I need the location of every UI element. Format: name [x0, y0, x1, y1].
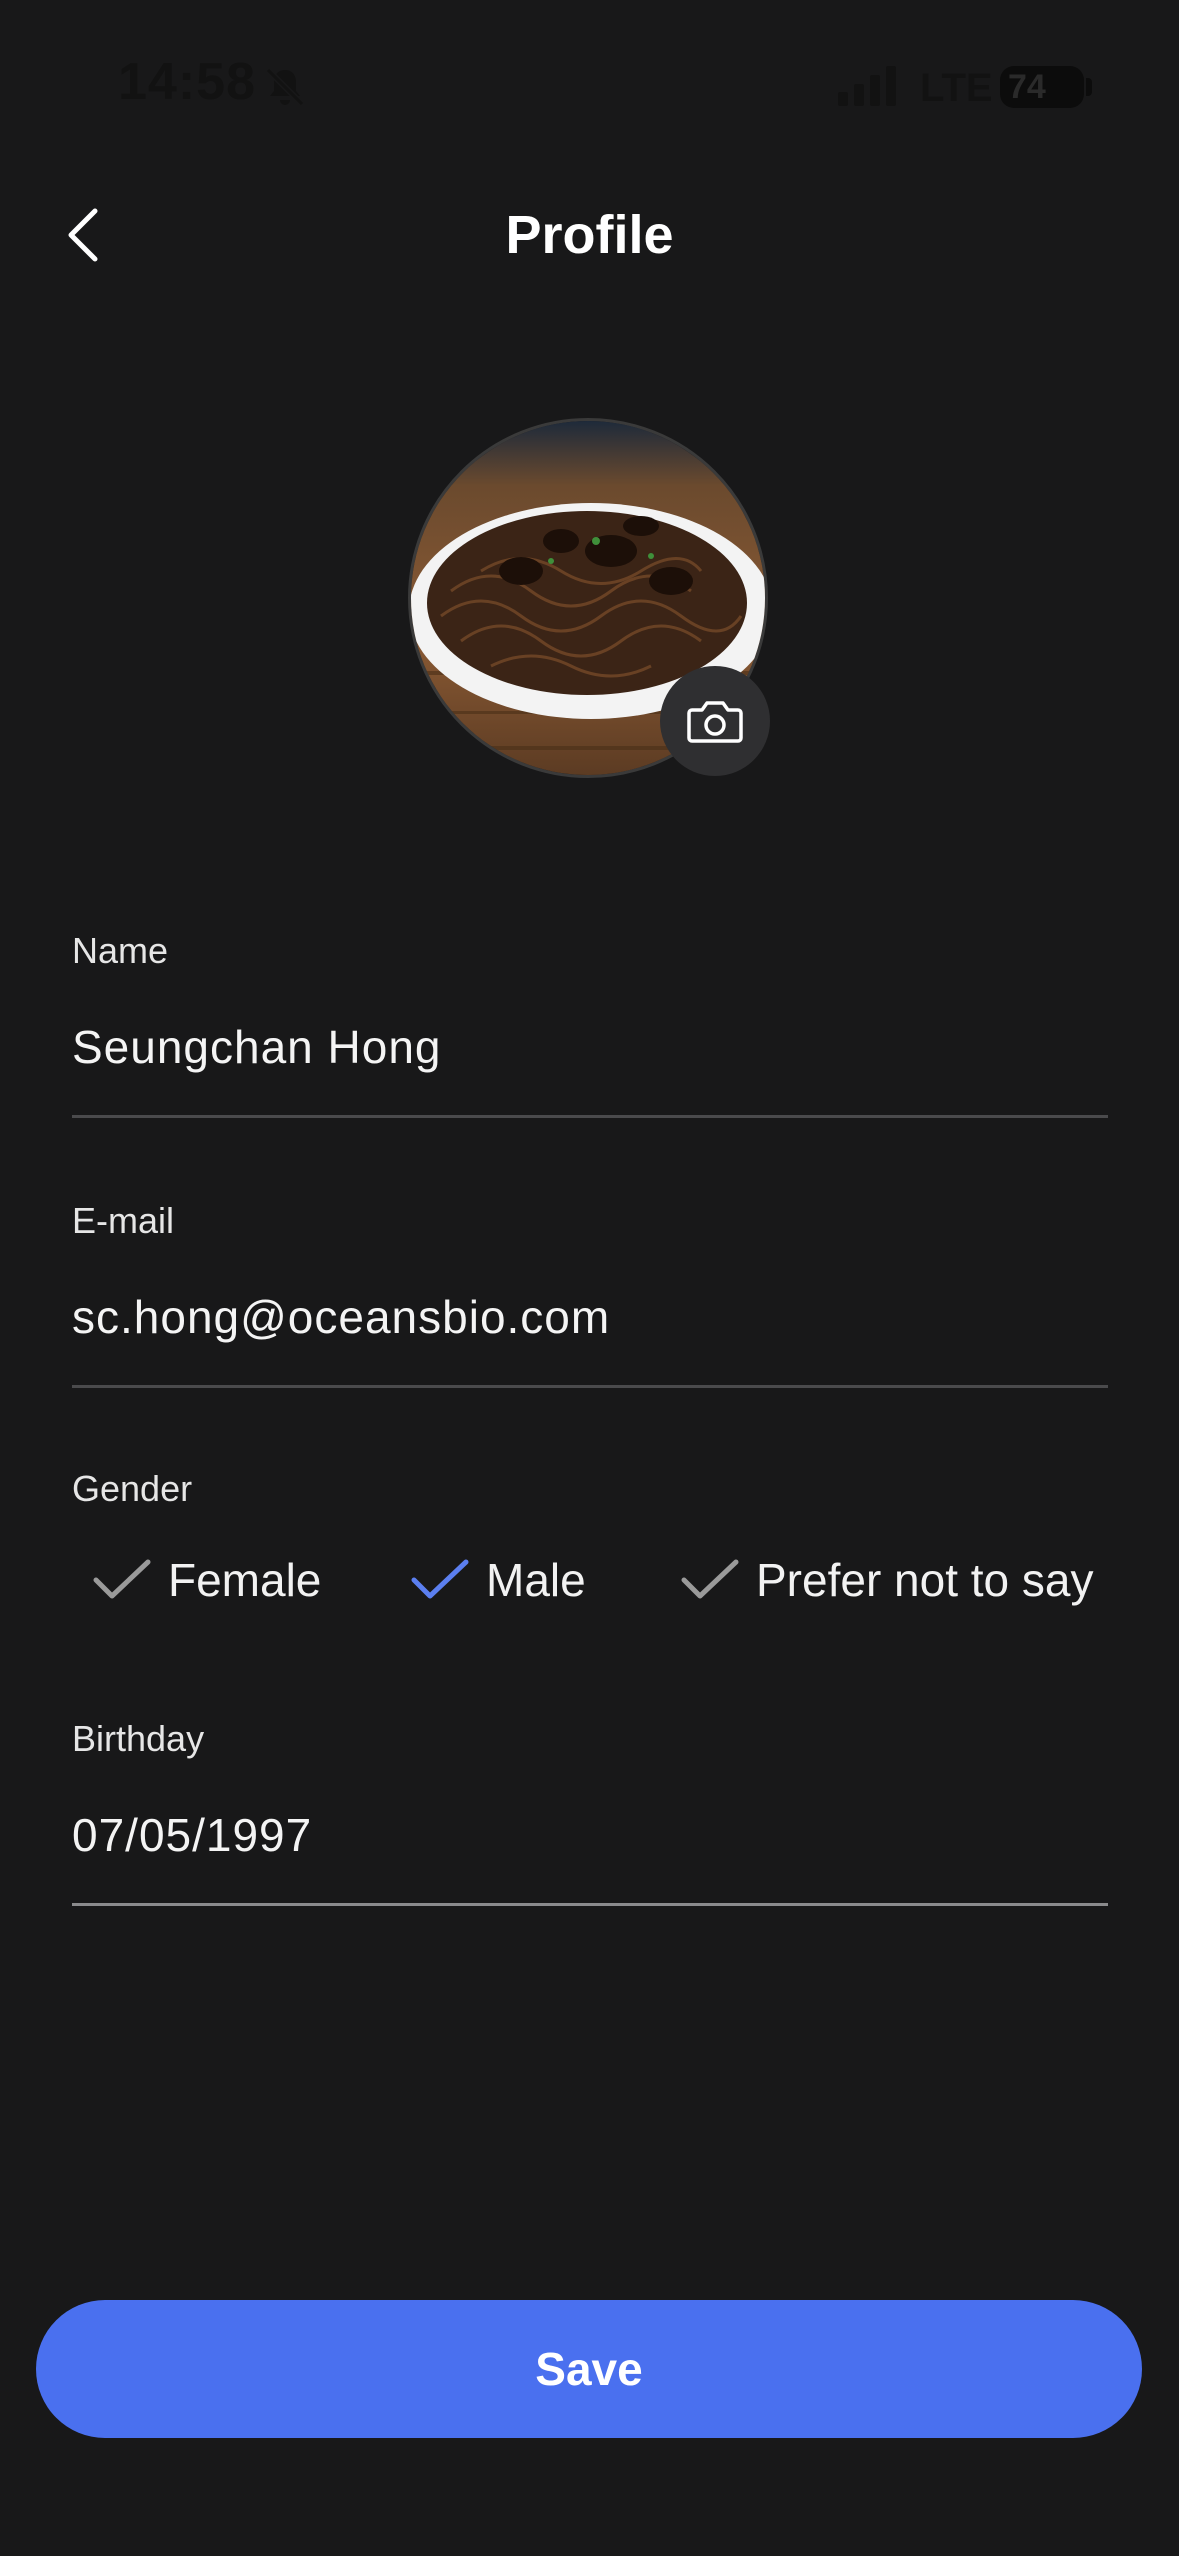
gender-option-prefer-not-to-say[interactable]: Prefer not to say — [680, 1548, 1094, 1612]
gender-option-label: Female — [168, 1554, 322, 1606]
gender-option-label: Male — [486, 1554, 586, 1606]
birthday-label: Birthday — [72, 1718, 205, 1759]
camera-icon — [687, 701, 743, 743]
signal-icon — [838, 66, 896, 106]
check-icon — [681, 1559, 739, 1599]
status-time: 14:58 — [118, 53, 256, 111]
gender-option-label: Prefer not to say — [756, 1554, 1094, 1606]
birthday-field[interactable]: 07/05/1997 — [72, 1808, 312, 1862]
name-field[interactable]: Seungchan Hong — [72, 1020, 442, 1074]
change-photo-button[interactable] — [660, 666, 770, 776]
battery-nub — [1086, 78, 1092, 96]
email-field[interactable]: sc.hong@oceansbio.com — [72, 1290, 610, 1344]
name-underline — [72, 1115, 1108, 1118]
save-button[interactable]: Save — [36, 2300, 1142, 2438]
battery-indicator: 74 — [1000, 66, 1084, 108]
network-type: LTE — [920, 66, 993, 110]
name-label: Name — [72, 930, 169, 971]
page-title: Profile — [505, 205, 674, 265]
check-icon — [93, 1559, 151, 1599]
gender-option-female[interactable]: Female — [92, 1548, 321, 1612]
email-label: E-mail — [72, 1200, 175, 1241]
gender-option-male[interactable]: Male — [410, 1548, 586, 1612]
check-icon — [411, 1559, 469, 1599]
bell-muted-icon — [265, 67, 305, 107]
battery-level: 74 — [1008, 68, 1046, 106]
gender-label: Gender — [72, 1468, 193, 1509]
birthday-underline — [72, 1903, 1108, 1906]
email-underline — [72, 1385, 1108, 1388]
